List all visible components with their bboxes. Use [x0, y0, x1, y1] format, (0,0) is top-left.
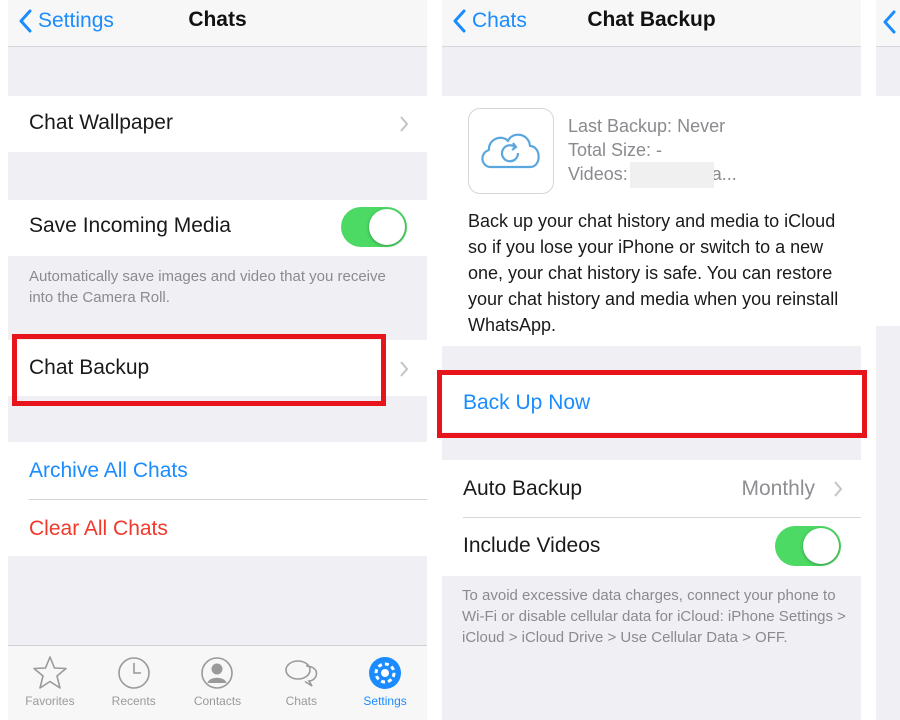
- tab-contacts[interactable]: Contacts: [176, 646, 260, 720]
- chat-wallpaper-label: Chat Wallpaper: [29, 111, 173, 134]
- chat-bubbles-icon: [285, 660, 318, 687]
- tab-label: Recents: [111, 694, 156, 708]
- chevron-left-icon: [19, 9, 32, 33]
- chat-backup-screen: Chats Chat Backup Last Backup: Never Tot…: [442, 0, 861, 720]
- backup-info-card: Last Backup: Never Total Size: - Videos:…: [442, 96, 861, 346]
- tab-favorites[interactable]: Favorites: [8, 646, 92, 720]
- back-up-now-row[interactable]: Back Up Now: [442, 374, 861, 432]
- divider: [463, 517, 861, 518]
- auto-backup-row[interactable]: Auto Backup Monthly: [442, 460, 861, 517]
- save-incoming-media-toggle[interactable]: [341, 207, 407, 247]
- cellular-data-footer: To avoid excessive data charges, connect…: [462, 587, 846, 646]
- nav-bar: Chats Chat Backup: [442, 0, 861, 47]
- chevron-left-icon: [453, 9, 466, 33]
- total-size-text: Total Size: -: [568, 140, 663, 160]
- chats-settings-screen: Settings Chats Chat Wallpaper Save Incom…: [8, 0, 427, 720]
- back-button[interactable]: Chats: [452, 6, 527, 36]
- last-backup-text: Last Backup: Never: [568, 116, 726, 136]
- clock-icon: [117, 657, 150, 689]
- tab-label: Chats: [285, 694, 317, 708]
- chat-wallpaper-row[interactable]: Chat Wallpaper: [8, 96, 427, 152]
- toggle-knob: [803, 528, 839, 564]
- auto-backup-value: Monthly: [741, 477, 815, 500]
- chevron-left-icon: [883, 10, 896, 34]
- backup-settings-group: Auto Backup Monthly Include Videos: [442, 460, 861, 576]
- back-label: Settings: [38, 9, 114, 32]
- tab-label: Favorites: [25, 694, 75, 708]
- tab-settings[interactable]: Settings: [343, 646, 427, 720]
- backup-description: Back up your chat history and media to i…: [468, 211, 839, 335]
- tab-chats[interactable]: Chats: [259, 646, 343, 720]
- chevron-right-icon: [400, 116, 409, 132]
- nav-bar: [876, 0, 900, 47]
- back-up-now-button[interactable]: Back Up Now: [463, 391, 590, 415]
- cropped-content: [876, 96, 900, 326]
- nav-bar: Settings Chats: [8, 0, 427, 47]
- star-icon: [33, 656, 67, 689]
- back-label: Chats: [472, 9, 527, 32]
- tab-recents[interactable]: Recents: [92, 646, 176, 720]
- tab-label: Contacts: [193, 694, 242, 708]
- include-videos-label: Include Videos: [463, 534, 601, 557]
- next-screen-edge: [876, 0, 900, 720]
- redacted-area: [630, 162, 714, 188]
- person-icon: [201, 657, 234, 689]
- save-incoming-media-row: Save Incoming Media: [8, 200, 427, 256]
- chevron-right-icon: [400, 361, 409, 377]
- save-incoming-media-footer: Automatically save images and video that…: [29, 268, 386, 306]
- tab-bar: Favorites Recents Contacts Chats Setting…: [8, 645, 427, 720]
- icloud-backup-icon-box: [468, 108, 554, 194]
- cloud-refresh-icon: [481, 133, 540, 169]
- tab-label: Settings: [363, 694, 407, 708]
- chat-backup-row[interactable]: Chat Backup: [8, 340, 427, 396]
- toggle-knob: [369, 209, 405, 245]
- chevron-right-icon: [834, 481, 843, 497]
- save-incoming-media-label: Save Incoming Media: [29, 214, 231, 237]
- auto-backup-label: Auto Backup: [463, 477, 583, 500]
- chat-actions-group: Archive All Chats Clear All Chats: [8, 442, 427, 556]
- clear-all-chats-button[interactable]: Clear All Chats: [29, 517, 168, 541]
- chat-backup-label: Chat Backup: [29, 356, 150, 379]
- archive-all-chats-button[interactable]: Archive All Chats: [29, 459, 188, 483]
- gear-icon: [369, 657, 402, 689]
- include-videos-toggle[interactable]: [775, 526, 841, 566]
- back-button[interactable]: Settings: [18, 6, 114, 36]
- divider: [29, 499, 427, 500]
